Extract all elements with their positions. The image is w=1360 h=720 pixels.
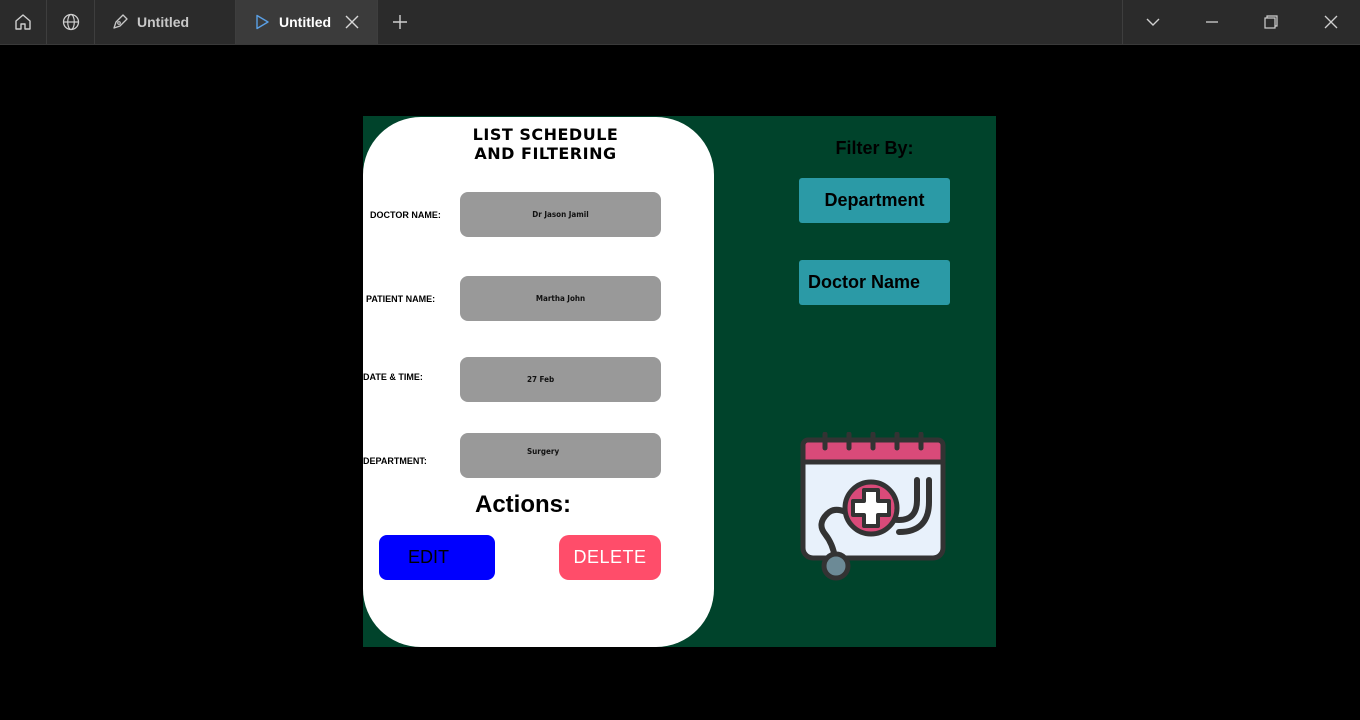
medical-calendar-icon <box>800 432 946 581</box>
pen-icon <box>113 14 128 29</box>
tab-untitled-2[interactable]: Untitled <box>236 0 377 44</box>
play-icon <box>256 14 269 30</box>
home-button[interactable] <box>0 0 46 44</box>
close-icon[interactable] <box>345 15 359 29</box>
tab-untitled-1[interactable]: Untitled <box>95 0 235 44</box>
patient-name-value: Martha John <box>535 294 586 303</box>
plus-icon <box>393 15 407 29</box>
actions-heading: Actions: <box>475 491 571 518</box>
patient-name-label: PATIENT NAME: <box>366 294 436 304</box>
patient-name-field[interactable]: Martha John <box>460 276 661 321</box>
window-close-button[interactable] <box>1301 0 1360 44</box>
tab-label: Untitled <box>279 14 332 30</box>
filter-doctor-name-button[interactable]: Doctor Name <box>799 260 950 305</box>
doctor-name-label: DOCTOR NAME: <box>370 210 441 220</box>
title-bar: Untitled Untitled <box>0 0 1360 45</box>
app-canvas: LIST SCHEDULE AND FILTERING DOCTOR NAME:… <box>363 116 996 647</box>
department-label: DEPARTMENT: <box>363 456 427 466</box>
new-tab-button[interactable] <box>378 0 422 44</box>
window-close-icon <box>1324 15 1337 29</box>
date-time-field[interactable]: 27 Feb <box>460 357 661 402</box>
tab-label: Untitled <box>137 14 190 30</box>
doctor-name-field[interactable]: Dr Jason Jamil <box>460 192 661 237</box>
filter-department-button[interactable]: Department <box>799 178 950 223</box>
date-time-value: 27 Feb <box>527 375 555 384</box>
globe-button[interactable] <box>47 0 94 44</box>
minimize-icon <box>1206 21 1218 23</box>
globe-icon <box>62 13 79 31</box>
schedule-card: LIST SCHEDULE AND FILTERING DOCTOR NAME:… <box>363 117 714 647</box>
department-field[interactable]: Surgery <box>460 433 661 478</box>
date-time-label: DATE & TIME: <box>363 372 423 382</box>
restore-icon <box>1264 15 1278 29</box>
doctor-name-value: Dr Jason Jamil <box>532 210 589 219</box>
minimize-button[interactable] <box>1183 0 1241 44</box>
restore-button[interactable] <box>1241 0 1301 44</box>
home-icon <box>15 14 31 30</box>
filter-heading: Filter By: <box>835 138 914 158</box>
department-value: Surgery <box>527 447 560 456</box>
chevron-down-icon <box>1146 18 1160 26</box>
edit-button[interactable]: EDIT <box>379 535 495 580</box>
delete-button[interactable]: DELETE <box>559 535 661 580</box>
tab-list-button[interactable] <box>1123 0 1183 44</box>
page-title: LIST SCHEDULE AND FILTERING <box>472 125 619 163</box>
